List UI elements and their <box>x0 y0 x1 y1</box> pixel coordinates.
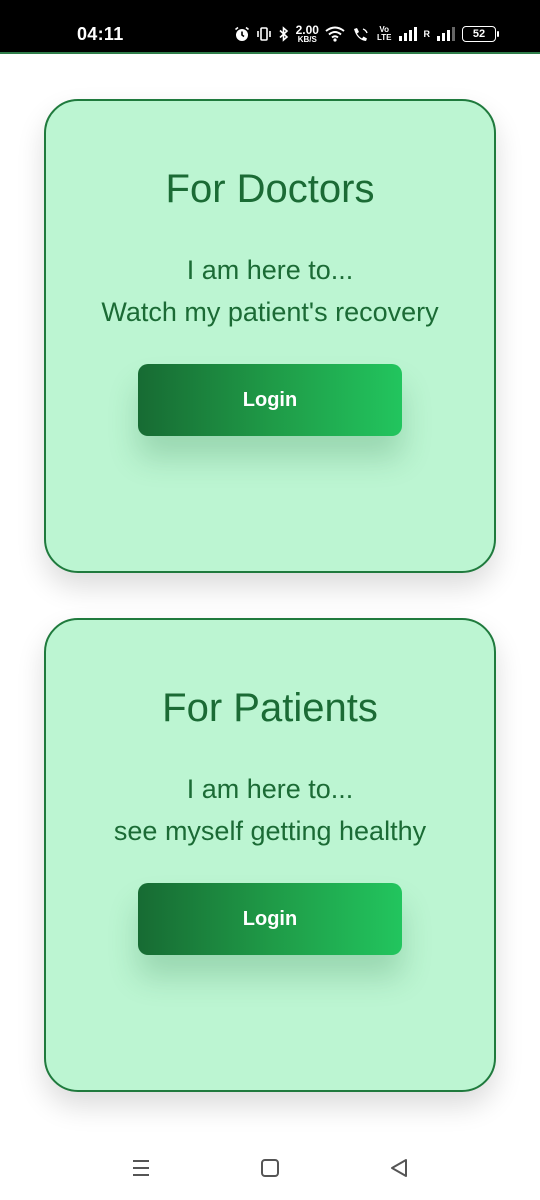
battery-icon: 52 <box>462 26 499 42</box>
patient-login-button[interactable]: Login <box>138 883 402 955</box>
patients-card-line-1: I am here to... <box>186 774 354 804</box>
navigation-bar <box>0 1134 540 1200</box>
back-icon[interactable] <box>383 1152 415 1184</box>
doctor-login-button[interactable]: Login <box>138 364 402 436</box>
bluetooth-icon <box>278 26 290 42</box>
recent-apps-icon[interactable] <box>125 1152 157 1184</box>
battery-level: 52 <box>472 28 486 40</box>
signal-icon <box>398 27 418 41</box>
patients-card-title: For Patients <box>162 686 378 730</box>
status-icons: 2.00 KB/S Vo LTE R 52 <box>234 22 499 46</box>
doctors-card-description: I am here to... Watch my patient's recov… <box>46 249 494 333</box>
network-speed-unit: KB/S <box>297 35 317 44</box>
status-bar: 04:11 2.00 KB/S Vo LTE R 52 <box>0 0 540 54</box>
patients-card-line-2: see myself getting healthy <box>113 816 427 846</box>
doctors-card: For Doctors I am here to... Watch my pat… <box>44 99 496 573</box>
doctors-card-line-1: I am here to... <box>186 255 354 285</box>
wifi-calling-icon <box>351 26 371 42</box>
roaming-indicator: R <box>423 29 431 39</box>
status-time: 04:11 <box>77 24 124 44</box>
wifi-icon <box>325 26 345 42</box>
volte-bottom-label: LTE <box>376 33 392 42</box>
home-icon[interactable] <box>254 1152 286 1184</box>
signal-2-icon <box>436 27 456 41</box>
doctors-card-title: For Doctors <box>165 167 375 211</box>
network-speed: 2.00 KB/S <box>296 24 319 44</box>
volte-indicator: Vo LTE <box>377 26 392 42</box>
alarm-icon <box>234 26 250 42</box>
doctors-card-line-2: Watch my patient's recovery <box>101 297 439 327</box>
patients-card: For Patients I am here to... see myself … <box>44 618 496 1092</box>
vibrate-icon <box>256 26 272 42</box>
patients-card-description: I am here to... see myself getting healt… <box>46 768 494 852</box>
